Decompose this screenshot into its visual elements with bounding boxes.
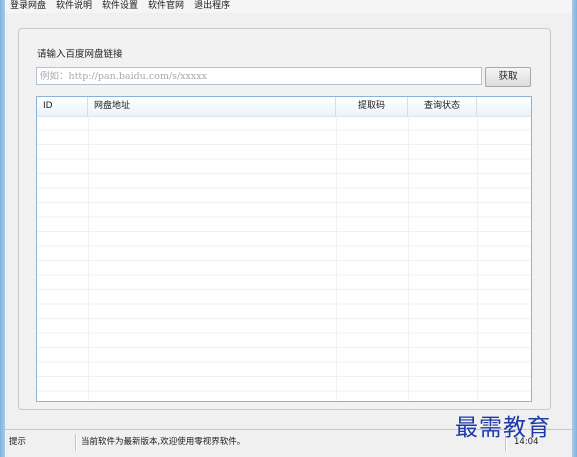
column-divider <box>88 116 89 401</box>
column-divider <box>336 116 337 401</box>
column-header-extra <box>477 97 531 116</box>
status-message: 当前软件为最新版本,欢迎使用零视界软件。 <box>81 437 246 447</box>
url-prompt-label: 请输入百度网盘链接 <box>37 49 123 60</box>
column-header-code[interactable]: 提取码 <box>336 97 408 116</box>
menu-item-login[interactable]: 登录网盘 <box>5 0 51 13</box>
watermark-logo: 最需教育 <box>455 415 551 441</box>
column-divider <box>408 116 409 401</box>
column-header-status[interactable]: 查询状态 <box>408 97 477 116</box>
window-frame-right <box>572 0 577 457</box>
link-table[interactable]: ID 网盘地址 提取码 查询状态 <box>36 96 532 402</box>
column-divider <box>477 116 478 401</box>
menu-item-website[interactable]: 软件官网 <box>143 0 189 13</box>
menu-item-help[interactable]: 软件说明 <box>51 0 97 13</box>
fetch-button[interactable]: 获取 <box>485 67 531 87</box>
window-frame-left <box>0 0 5 457</box>
table-body <box>37 116 531 401</box>
column-header-id[interactable]: ID <box>37 97 88 116</box>
url-input[interactable] <box>36 67 482 85</box>
status-label: 提示 <box>9 437 27 447</box>
column-header-url[interactable]: 网盘地址 <box>88 97 336 116</box>
menu-item-exit[interactable]: 退出程序 <box>189 0 235 13</box>
table-header: ID 网盘地址 提取码 查询状态 <box>37 97 531 117</box>
menu-item-settings[interactable]: 软件设置 <box>97 0 143 13</box>
app-window: 登录网盘 软件说明 软件设置 软件官网 退出程序 请输入百度网盘链接 获取 ID… <box>0 0 577 457</box>
status-divider <box>75 434 77 451</box>
menu-bar: 登录网盘 软件说明 软件设置 软件官网 退出程序 <box>5 0 572 13</box>
